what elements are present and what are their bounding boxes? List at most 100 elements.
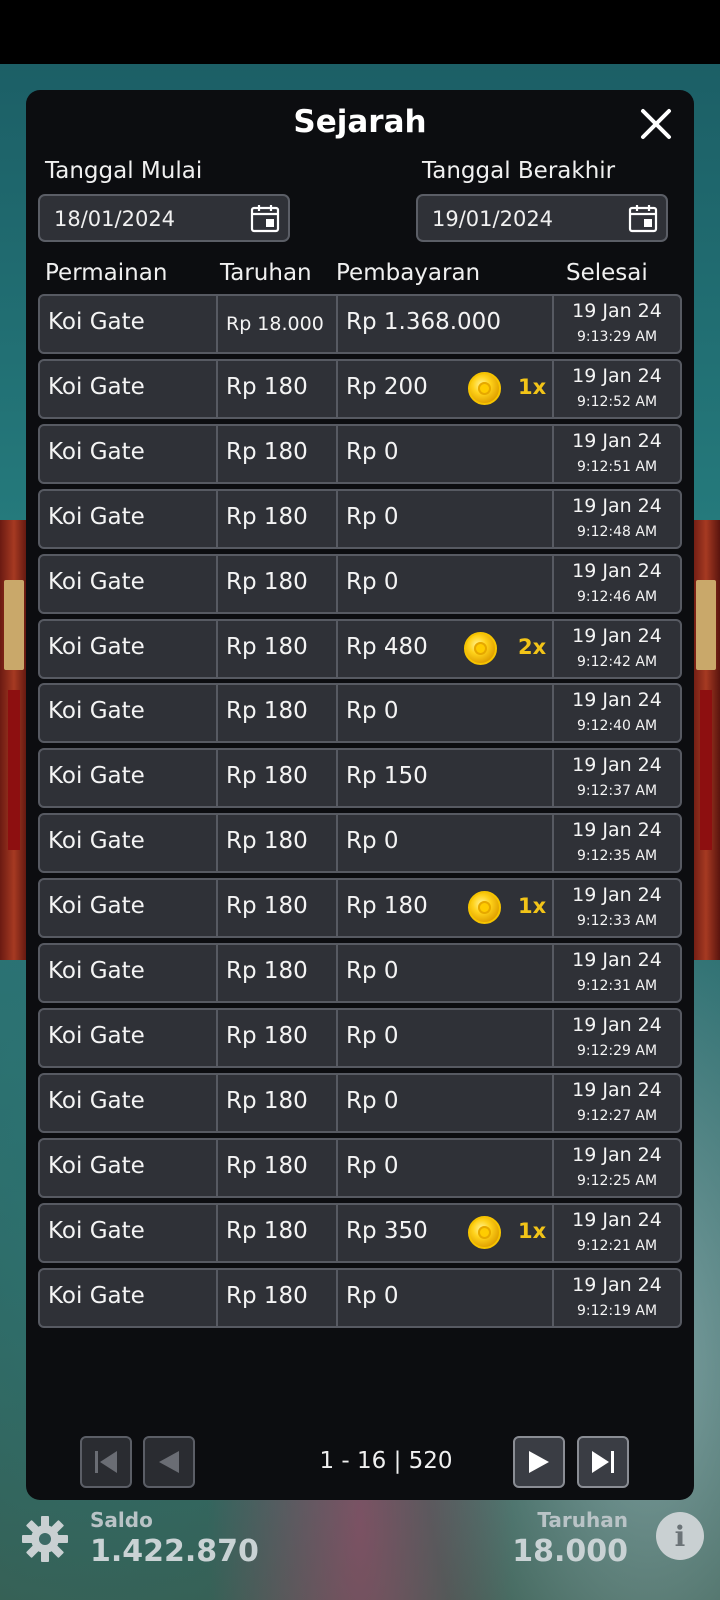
game-name: Koi Gate <box>48 634 145 660</box>
table-row: Koi Gate Rp 180 Rp 0 19 Jan 24 9:12:31 AM <box>38 943 682 1003</box>
payout-cell: Rp 200 1x <box>338 361 554 417</box>
bet-amount: Rp 180 <box>226 893 308 919</box>
payout-amount: Rp 200 <box>346 374 428 400</box>
game-cell: Koi Gate <box>40 1075 218 1131</box>
bet-cell: Rp 180 <box>218 1075 338 1131</box>
coin-icon <box>468 1216 501 1249</box>
bet-amount: Rp 180 <box>226 439 308 465</box>
finished-date: 19 Jan 24 <box>572 430 662 452</box>
finished-cell: 19 Jan 24 9:12:35 AM <box>554 815 680 871</box>
history-panel: Sejarah Tanggal Mulai 18/01/2024 Tanggal… <box>26 90 694 1500</box>
bet-cell: Rp 180 <box>218 1270 338 1326</box>
table-row: Koi Gate Rp 180 Rp 0 19 Jan 24 9:12:40 AM <box>38 683 682 743</box>
payout-amount: Rp 150 <box>346 763 428 789</box>
finished-date: 19 Jan 24 <box>572 949 662 971</box>
payout-cell: Rp 480 2x <box>338 621 554 677</box>
payout-cell: Rp 150 <box>338 750 554 806</box>
table-row: Koi Gate Rp 180 Rp 180 1x 19 Jan 24 9:12:33 A… <box>38 878 682 938</box>
bet-amount: Rp 180 <box>226 569 308 595</box>
table-row: Koi Gate Rp 180 Rp 0 19 Jan 24 9:12:51 AM <box>38 424 682 484</box>
finished-time: 9:12:42 AM <box>576 654 658 670</box>
payout-amount: Rp 0 <box>346 504 399 530</box>
payout-cell: Rp 0 <box>338 1270 554 1326</box>
finished-cell: 19 Jan 24 9:12:33 AM <box>554 880 680 936</box>
table-row: Koi Gate Rp 180 Rp 0 19 Jan 24 9:12:19 AM <box>38 1268 682 1328</box>
game-name: Koi Gate <box>48 1283 145 1309</box>
finished-date: 19 Jan 24 <box>572 819 662 841</box>
finished-time: 9:12:52 AM <box>576 394 658 410</box>
finished-date: 19 Jan 24 <box>572 884 662 906</box>
table-row: Koi Gate Rp 180 Rp 0 19 Jan 24 9:12:27 AM <box>38 1073 682 1133</box>
bet-amount: Rp 180 <box>226 1023 308 1049</box>
balance-label: Saldo <box>90 1508 153 1532</box>
bet-cell: Rp 180 <box>218 621 338 677</box>
bet-cell: Rp 180 <box>218 685 338 741</box>
info-button[interactable]: i <box>656 1512 704 1560</box>
finished-date: 19 Jan 24 <box>572 560 662 582</box>
bet-cell: Rp 180 <box>218 815 338 871</box>
multiplier-badge: 1x <box>518 894 547 918</box>
finished-time: 9:12:27 AM <box>576 1108 658 1124</box>
bet-label: Taruhan <box>537 1508 628 1532</box>
last-page-button[interactable] <box>577 1436 629 1488</box>
multiplier-badge: 1x <box>518 375 547 399</box>
calendar-icon[interactable] <box>628 203 658 233</box>
payout-cell: Rp 0 <box>338 1010 554 1066</box>
payout-cell: Rp 0 <box>338 945 554 1001</box>
gear-icon[interactable] <box>20 1514 70 1564</box>
game-name: Koi Gate <box>48 309 145 335</box>
next-page-button[interactable] <box>513 1436 565 1488</box>
payout-amount: Rp 1.368.000 <box>346 309 501 335</box>
payout-cell: Rp 180 1x <box>338 880 554 936</box>
payout-cell: Rp 350 1x <box>338 1205 554 1261</box>
close-button[interactable] <box>638 106 674 142</box>
payout-cell: Rp 0 <box>338 556 554 612</box>
end-date-field[interactable]: 19/01/2024 <box>416 194 668 242</box>
finished-date: 19 Jan 24 <box>572 754 662 776</box>
table-row: Koi Gate Rp 180 Rp 0 19 Jan 24 9:12:35 AM <box>38 813 682 873</box>
game-cell: Koi Gate <box>40 1010 218 1066</box>
payout-amount: Rp 0 <box>346 1023 399 1049</box>
game-cell: Koi Gate <box>40 621 218 677</box>
bet-amount: Rp 180 <box>226 698 308 724</box>
game-name: Koi Gate <box>48 1153 145 1179</box>
finished-cell: 19 Jan 24 9:12:25 AM <box>554 1140 680 1196</box>
finished-time: 9:12:19 AM <box>576 1303 658 1319</box>
table-row: Koi Gate Rp 180 Rp 200 1x 19 Jan 24 9:12:52 A… <box>38 359 682 419</box>
game-cell: Koi Gate <box>40 361 218 417</box>
game-cell: Koi Gate <box>40 1270 218 1326</box>
game-name: Koi Gate <box>48 828 145 854</box>
table-row: Koi Gate Rp 18.000 Rp 1.368.000 19 Jan 24 9:… <box>38 294 682 354</box>
bet-amount: Rp 180 <box>226 828 308 854</box>
payout-cell: Rp 0 <box>338 1140 554 1196</box>
table-row: Koi Gate Rp 180 Rp 0 19 Jan 24 9:12:48 AM <box>38 489 682 549</box>
payout-amount: Rp 0 <box>346 569 399 595</box>
next-icon <box>529 1451 549 1473</box>
payout-cell: Rp 1.368.000 <box>338 296 554 352</box>
finished-date: 19 Jan 24 <box>572 1209 662 1231</box>
payout-cell: Rp 0 <box>338 815 554 871</box>
finished-time: 9:12:46 AM <box>576 589 658 605</box>
end-date-label: Tanggal Berakhir <box>422 158 616 184</box>
bet-amount: Rp 18.000 <box>226 313 324 335</box>
skip-last-icon <box>592 1451 614 1473</box>
calendar-icon[interactable] <box>250 203 280 233</box>
payout-amount: Rp 0 <box>346 958 399 984</box>
finished-cell: 19 Jan 24 9:13:29 AM <box>554 296 680 352</box>
payout-cell: Rp 0 <box>338 1075 554 1131</box>
start-date-field[interactable]: 18/01/2024 <box>38 194 290 242</box>
bet-amount: Rp 180 <box>226 504 308 530</box>
close-icon <box>641 109 671 139</box>
game-name: Koi Gate <box>48 958 145 984</box>
bet-cell: Rp 180 <box>218 491 338 547</box>
payout-amount: Rp 0 <box>346 698 399 724</box>
finished-cell: 19 Jan 24 9:12:27 AM <box>554 1075 680 1131</box>
finished-cell: 19 Jan 24 9:12:37 AM <box>554 750 680 806</box>
bet-cell: Rp 180 <box>218 426 338 482</box>
start-date-value: 18/01/2024 <box>54 207 176 231</box>
finished-date: 19 Jan 24 <box>572 1274 662 1296</box>
finished-cell: 19 Jan 24 9:12:46 AM <box>554 556 680 612</box>
multiplier-badge: 1x <box>518 1219 547 1243</box>
game-name: Koi Gate <box>48 1218 145 1244</box>
bet-amount: Rp 180 <box>226 1153 308 1179</box>
